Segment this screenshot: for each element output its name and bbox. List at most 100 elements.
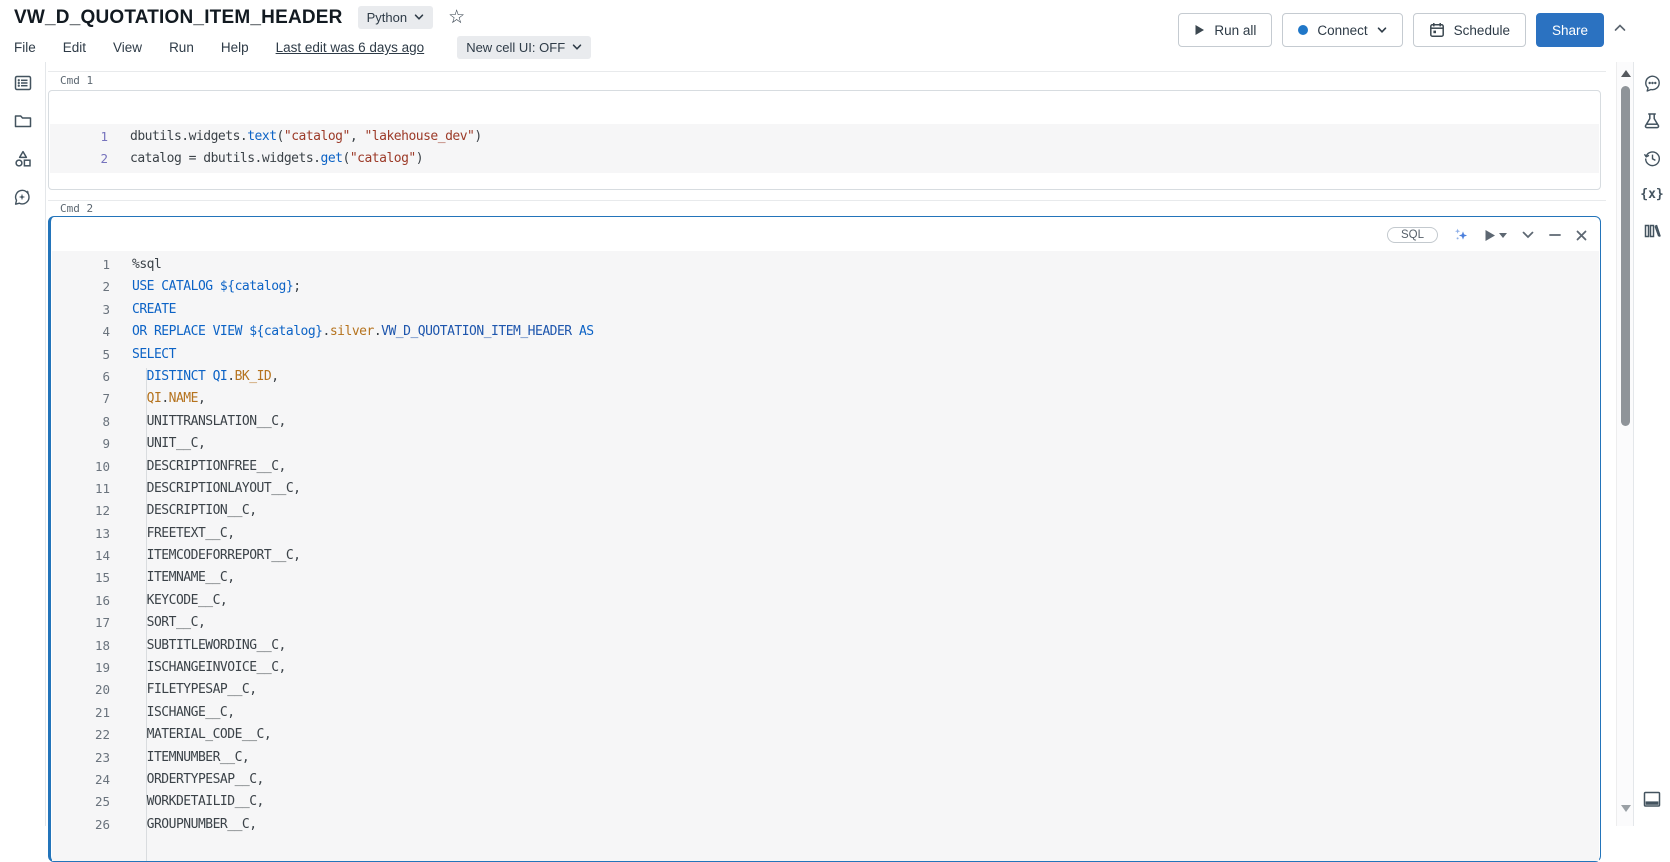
code-editor[interactable]: 1 dbutils.widgets.text("catalog", "lakeho… [50, 124, 1599, 173]
code-line[interactable]: 26 GROUPNUMBER__C, [52, 814, 1599, 836]
run-cell-button[interactable] [1484, 229, 1507, 242]
assistant-sparkles-icon[interactable] [1453, 227, 1469, 243]
code-line[interactable]: 2 catalog = dbutils.widgets.get("catalog"… [50, 148, 1599, 170]
code-text: catalog = dbutils.widgets.get("catalog") [130, 151, 424, 167]
code-line[interactable]: 11 DESCRIPTIONLAYOUT__C, [52, 478, 1599, 500]
version-history-icon[interactable] [1643, 149, 1662, 168]
vertical-scrollbar[interactable] [1616, 62, 1633, 826]
collapse-header-button[interactable] [1614, 24, 1626, 32]
code-text: MATERIAL_CODE__C, [132, 727, 272, 743]
libraries-icon[interactable] [1643, 221, 1661, 239]
menu-help[interactable]: Help [221, 40, 249, 55]
scrollbar-thumb[interactable] [1621, 86, 1630, 426]
code-text: CREATE [132, 301, 176, 317]
code-line[interactable]: 12 DESCRIPTION__C, [52, 500, 1599, 522]
code-text: ORDERTYPESAP__C, [132, 771, 265, 787]
favorite-star-icon[interactable]: ☆ [448, 8, 465, 27]
language-selector[interactable]: Python [357, 6, 434, 29]
code-line[interactable]: 2 USE CATALOG ${catalog}; [52, 276, 1599, 298]
line-number: 18 [94, 637, 110, 653]
chevron-down-icon [414, 14, 424, 20]
line-number: 16 [94, 592, 110, 608]
line-number: 19 [94, 660, 110, 676]
code-line[interactable]: 4 OR REPLACE VIEW ${catalog}.silver.VW_D_… [52, 321, 1599, 343]
menu-run[interactable]: Run [169, 40, 194, 55]
code-line[interactable]: 8 UNITTRANSLATION__C, [52, 411, 1599, 433]
bottom-panel-icon[interactable] [1643, 791, 1661, 808]
code-line[interactable]: 15 ITEMNAME__C, [52, 567, 1599, 589]
cell-label: Cmd 1 [60, 74, 94, 87]
code-line[interactable]: 1 dbutils.widgets.text("catalog", "lakeho… [50, 126, 1599, 148]
code-line[interactable]: 13 FREETEXT__C, [52, 523, 1599, 545]
line-number: 10 [94, 458, 110, 474]
schedule-button[interactable]: Schedule [1412, 13, 1526, 47]
scroll-up-arrow[interactable] [1621, 70, 1631, 77]
run-all-label: Run all [1214, 22, 1257, 38]
line-number: 13 [94, 525, 110, 541]
cell-toolbar: SQL [1386, 224, 1587, 246]
line-number: 14 [94, 548, 110, 564]
catalog-shapes-icon[interactable] [14, 150, 32, 168]
connect-button[interactable]: Connect [1282, 13, 1403, 47]
code-line[interactable]: 5 SELECT [52, 344, 1599, 366]
workspace-folder-icon[interactable] [14, 112, 32, 130]
code-line[interactable]: 19 ISCHANGEINVOICE__C, [52, 657, 1599, 679]
comments-icon[interactable] [1643, 74, 1662, 93]
right-sidebar: {x} [1633, 62, 1670, 826]
chevron-down-icon [1377, 26, 1386, 33]
menu-file[interactable]: File [14, 40, 36, 55]
share-button[interactable]: Share [1535, 13, 1604, 47]
code-line[interactable]: 3 CREATE [52, 299, 1599, 321]
code-line[interactable]: 10 DESCRIPTIONFREE__C, [52, 456, 1599, 478]
cell-language-badge[interactable]: SQL [1386, 227, 1438, 243]
notebook-cell-1[interactable]: 1 dbutils.widgets.text("catalog", "lakeho… [48, 90, 1601, 190]
code-text: GROUPNUMBER__C, [132, 816, 257, 832]
code-text: dbutils.widgets.text("catalog", "lakehou… [130, 129, 482, 144]
code-text: DESCRIPTION__C, [132, 503, 257, 519]
code-line[interactable]: 25 WORKDETAILID__C, [52, 791, 1599, 813]
delete-cell-icon[interactable] [1576, 230, 1587, 241]
scroll-down-arrow[interactable] [1621, 805, 1631, 812]
code-line[interactable]: 7 QI.NAME, [52, 388, 1599, 410]
assistant-icon[interactable] [13, 188, 32, 207]
minimize-cell-icon[interactable] [1549, 233, 1561, 237]
code-text: ISCHANGEINVOICE__C, [132, 660, 287, 676]
notebook-title[interactable]: VW_D_QUOTATION_ITEM_HEADER [14, 7, 343, 29]
divider [48, 71, 1606, 72]
code-text: DESCRIPTIONFREE__C, [132, 458, 287, 474]
code-line[interactable]: 1 %sql [52, 254, 1599, 276]
code-line[interactable]: 20 FILETYPESAP__C, [52, 679, 1599, 701]
code-line[interactable]: 16 KEYCODE__C, [52, 590, 1599, 612]
title-row: VW_D_QUOTATION_ITEM_HEADER Python ☆ [14, 6, 465, 29]
run-all-button[interactable]: Run all [1178, 13, 1273, 47]
code-text: FREETEXT__C, [132, 525, 235, 541]
new-cell-ui-toggle[interactable]: New cell UI: OFF [457, 36, 592, 59]
line-number: 15 [94, 570, 110, 586]
line-number: 24 [94, 771, 110, 787]
play-icon [1485, 229, 1495, 241]
code-line[interactable]: 18 SUBTITLEWORDING__C, [52, 635, 1599, 657]
code-line[interactable]: 24 ORDERTYPESAP__C, [52, 769, 1599, 791]
code-line[interactable]: 9 UNIT__C, [52, 433, 1599, 455]
variables-icon[interactable]: {x} [1640, 187, 1663, 202]
code-text: WORKDETAILID__C, [132, 794, 265, 810]
code-text: SORT__C, [132, 615, 206, 631]
menu-edit[interactable]: Edit [63, 40, 86, 55]
code-editor[interactable]: 1 %sql 2 USE CATALOG ${catalog}; 3 CREATE 4 OR … [52, 251, 1599, 861]
line-number: 12 [94, 503, 110, 519]
code-text: ITEMNAME__C, [132, 570, 235, 586]
table-of-contents-icon[interactable] [14, 74, 32, 92]
code-line[interactable]: 22 MATERIAL_CODE__C, [52, 724, 1599, 746]
last-edit-link[interactable]: Last edit was 6 days ago [276, 40, 425, 55]
code-line[interactable]: 21 ISCHANGE__C, [52, 702, 1599, 724]
code-line[interactable]: 6 DISTINCT QI.BK_ID, [52, 366, 1599, 388]
code-text: ISCHANGE__C, [132, 704, 235, 720]
code-line[interactable]: 14 ITEMCODEFORREPORT__C, [52, 545, 1599, 567]
code-line[interactable]: 23 ITEMNUMBER__C, [52, 747, 1599, 769]
notebook-cell-2[interactable]: SQL 1 %sql 2 USE CATALOG ${catalog}; 3 C… [48, 216, 1601, 862]
collapse-cell-icon[interactable] [1522, 231, 1534, 239]
code-line[interactable]: 17 SORT__C, [52, 612, 1599, 634]
experiments-icon[interactable] [1643, 112, 1661, 130]
line-number: 1 [102, 257, 110, 272]
menu-view[interactable]: View [113, 40, 142, 55]
